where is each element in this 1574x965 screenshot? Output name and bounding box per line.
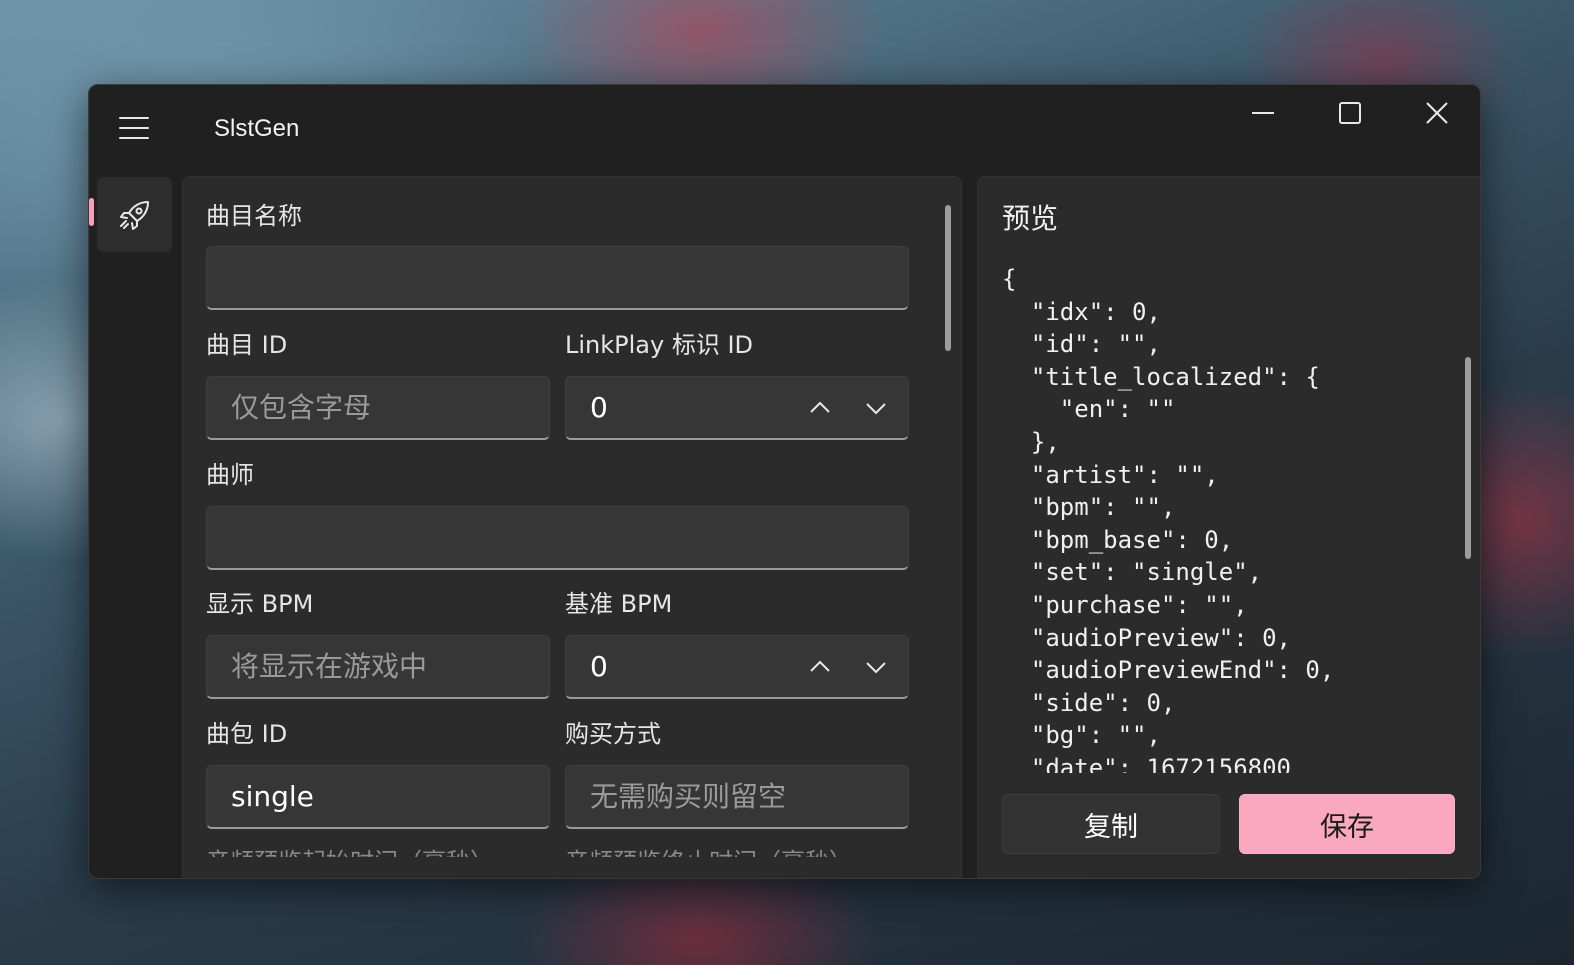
base-bpm-value: 0 [590,650,608,683]
pack-id-label: 曲包 ID [206,720,288,748]
audio-preview-end-label: 音频预览终止时间（毫秒） [565,848,853,876]
base-bpm-label: 基准 BPM [565,590,673,618]
close-button[interactable] [1393,85,1480,141]
app-window: SlstGen 曲目名称 曲目 ID 仅包含字母 LinkPlay 标识 ID … [88,84,1481,879]
preview-panel: 预览 { "idx": 0, "id": "", "title_localize… [977,176,1480,878]
song-form-panel: 曲目名称 曲目 ID 仅包含字母 LinkPlay 标识 ID 0 曲师 显示 … [182,176,962,878]
artist-label: 曲师 [206,461,254,489]
maximize-icon [1339,102,1361,124]
title-input[interactable] [206,246,909,310]
chevron-down-icon [866,662,886,674]
minimize-icon [1252,112,1274,114]
preview-title: 预览 [1002,202,1059,235]
linkplay-increment-button[interactable] [806,394,834,422]
base-bpm-increment-button[interactable] [806,653,834,681]
title-label: 曲目名称 [206,202,302,230]
save-button[interactable]: 保存 [1239,794,1455,854]
nav-selection-indicator [89,198,94,226]
app-title: SlstGen [214,115,300,142]
base-bpm-numberbox[interactable]: 0 [565,635,909,699]
display-bpm-label: 显示 BPM [206,590,314,618]
base-bpm-spin-buttons [806,636,890,697]
linkplay-decrement-button[interactable] [862,394,890,422]
title-bar: SlstGen [89,85,1480,173]
maximize-button[interactable] [1306,85,1394,141]
linkplay-id-label: LinkPlay 标识 ID [565,331,754,359]
chevron-up-icon [810,401,830,413]
copy-button[interactable]: 复制 [1002,794,1220,854]
linkplay-id-numberbox[interactable]: 0 [565,376,909,440]
display-bpm-input[interactable]: 将显示在游戏中 [206,635,550,699]
chevron-down-icon [866,403,886,415]
hamburger-menu-icon[interactable] [119,115,151,141]
nav-rail [89,173,179,878]
rocket-icon [119,200,149,230]
song-id-label: 曲目 ID [206,331,288,359]
purchase-input[interactable]: 无需购买则留空 [565,765,909,829]
json-preview: { "idx": 0, "id": "", "title_localized":… [1002,265,1335,773]
purchase-label: 购买方式 [565,720,661,748]
minimize-button[interactable] [1219,85,1307,141]
nav-item-generator[interactable] [97,177,172,252]
artist-input[interactable] [206,506,909,570]
form-scrollbar[interactable] [945,205,951,351]
song-id-input[interactable]: 仅包含字母 [206,376,550,440]
audio-preview-start-label: 音频预览起始时间（毫秒） [206,848,494,876]
linkplay-id-value: 0 [590,391,608,424]
close-icon [1426,102,1448,124]
linkplay-spin-buttons [806,377,890,438]
base-bpm-decrement-button[interactable] [862,653,890,681]
preview-scrollbar[interactable] [1465,357,1471,559]
pack-id-input[interactable]: single [206,765,550,829]
chevron-up-icon [810,660,830,672]
